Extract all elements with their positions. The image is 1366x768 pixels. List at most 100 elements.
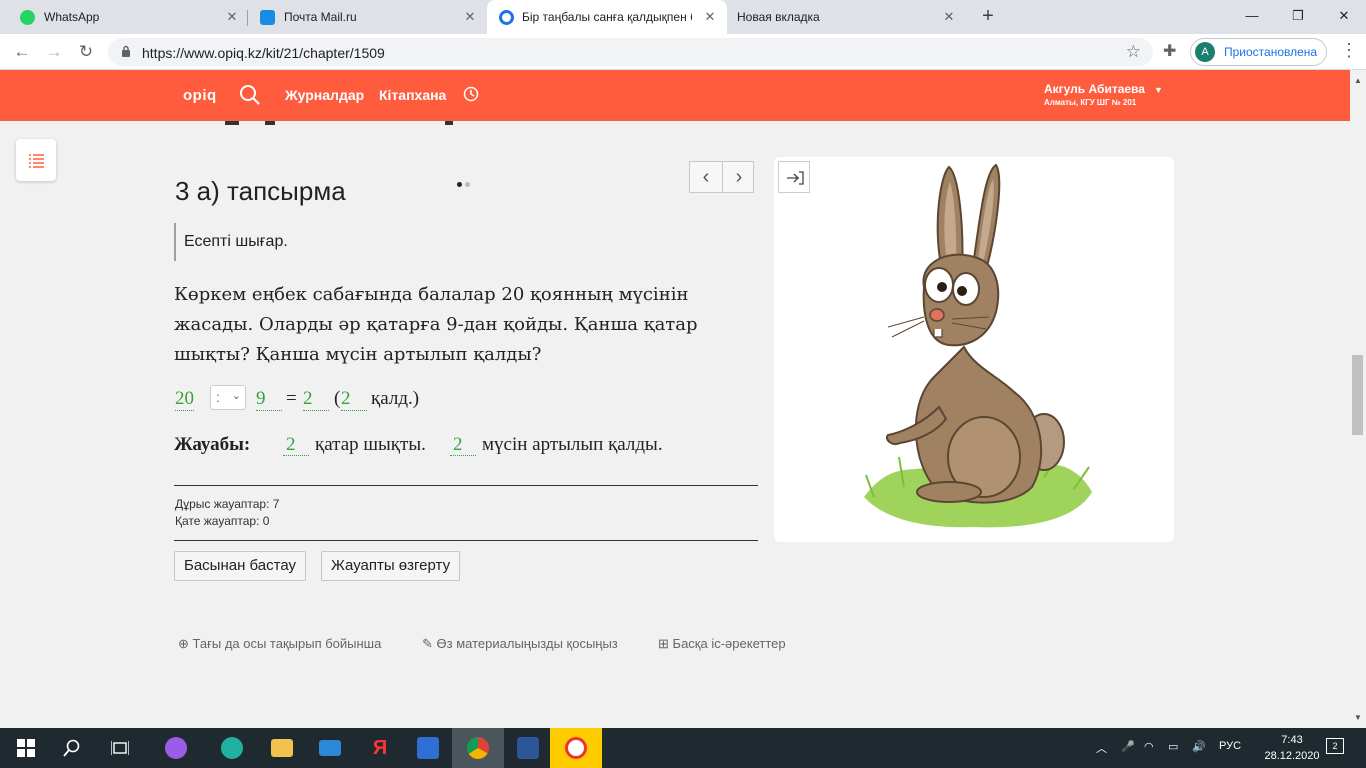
- windows-logo: [17, 739, 35, 757]
- windows-taskbar: Я ︿ 🎤 ◠ ▭ 🔊 РУС 7:43 28.12.2020 2: [0, 728, 1366, 768]
- answer-rows-text: қатар шықты.: [315, 434, 426, 455]
- add-material-link[interactable]: ✎ Өз материалыңызды қосыңыз: [422, 636, 618, 652]
- menu-dots-icon[interactable]: ⋮: [1340, 41, 1358, 59]
- previous-task-icon[interactable]: ‹: [690, 162, 722, 192]
- scroll-down-icon[interactable]: ▼: [1354, 713, 1362, 722]
- edge-browser-icon[interactable]: [206, 728, 258, 768]
- nav-journals[interactable]: Журналдар: [285, 87, 364, 103]
- chrome-icon[interactable]: [452, 728, 504, 768]
- tab-mail[interactable]: Почта Mail.ru ✕: [248, 0, 486, 34]
- paperclip-icon: ✎: [422, 636, 433, 651]
- restore-icon[interactable]: ❐: [1288, 6, 1308, 26]
- close-window-icon[interactable]: ✕: [1334, 6, 1354, 26]
- wifi-icon[interactable]: ◠: [1144, 740, 1154, 753]
- yandex-icon[interactable]: Я: [354, 728, 406, 768]
- tray-chevron-icon[interactable]: ︿: [1096, 740, 1107, 756]
- page-scrollbar[interactable]: ▲ ▼: [1350, 70, 1366, 728]
- search-icon[interactable]: [239, 84, 261, 106]
- word-icon[interactable]: [502, 728, 554, 768]
- slide-dot[interactable]: [465, 182, 470, 187]
- task-view-icon[interactable]: [94, 728, 146, 768]
- avatar: A: [1195, 42, 1215, 62]
- operator-select[interactable]: : ⌄: [210, 385, 246, 410]
- user-name: Акгуль Абитаева: [1044, 82, 1145, 96]
- clock-time: 7:43: [1281, 734, 1303, 746]
- other-actions-link[interactable]: ⊞ Басқа іс-әрекеттер: [658, 636, 786, 652]
- notification-center-icon[interactable]: 2: [1326, 738, 1344, 754]
- tab-newtab[interactable]: Новая вкладка ✕: [728, 0, 968, 34]
- quotient-input[interactable]: 2: [303, 388, 329, 411]
- mail-app-icon[interactable]: [304, 728, 356, 768]
- forward-icon[interactable]: →: [43, 41, 65, 63]
- task-view-glyph: [111, 741, 129, 755]
- chevron-down-icon: ⌄: [231, 390, 241, 402]
- answer-rows-input[interactable]: 2: [283, 434, 309, 456]
- correct-count: Дұрыс жауаптар: 7: [175, 497, 280, 511]
- close-tab-icon[interactable]: ✕: [224, 9, 240, 25]
- list-icon: [29, 154, 44, 168]
- expand-image-button[interactable]: [778, 161, 810, 193]
- alice-assistant-icon[interactable]: [150, 728, 202, 768]
- profile-button[interactable]: A Приостановлена: [1190, 38, 1327, 66]
- user-menu[interactable]: Акгуль Абитаева Алматы, КГУ ШГ № 201 ▼: [1044, 82, 1163, 107]
- address-bar[interactable]: https://www.opiq.kz/kit/21/chapter/1509 …: [108, 38, 1153, 66]
- close-tab-icon[interactable]: ✕: [462, 9, 478, 25]
- close-tab-icon[interactable]: ✕: [702, 9, 718, 25]
- browser-tabbar: WhatsApp ✕ Почта Mail.ru ✕ Бір таңбалы с…: [0, 0, 1366, 34]
- more-on-topic-link[interactable]: ⊕ Тағы да осы тақырып бойынша: [178, 636, 381, 652]
- expand-icon: [787, 171, 804, 185]
- slide-dot-active[interactable]: [457, 182, 462, 187]
- opiq-logo[interactable]: opiq: [183, 87, 217, 104]
- mail-icon: [260, 10, 275, 25]
- tab-whatsapp[interactable]: WhatsApp ✕: [0, 0, 246, 34]
- rabbit-illustration: [864, 163, 1092, 528]
- battery-icon[interactable]: ▭: [1168, 740, 1178, 753]
- answer-left-input[interactable]: 2: [450, 434, 476, 456]
- profile-label: Приостановлена: [1224, 45, 1318, 59]
- opiq-icon: [499, 10, 514, 25]
- yandex-browser-icon[interactable]: [550, 728, 602, 768]
- history-clock-icon[interactable]: [463, 86, 479, 102]
- restart-button[interactable]: Басынан бастау: [174, 551, 307, 581]
- change-answer-button[interactable]: Жауапты өзгерту: [321, 551, 461, 581]
- scroll-up-icon[interactable]: ▲: [1354, 76, 1362, 85]
- nav-library[interactable]: Кітапхана: [379, 87, 446, 103]
- equation-divisor-input[interactable]: 9: [256, 388, 282, 411]
- minimize-icon[interactable]: —: [1242, 6, 1262, 26]
- chevron-down-icon: ▼: [1154, 85, 1163, 95]
- language-indicator[interactable]: РУС: [1219, 740, 1241, 752]
- zoom-plus-icon: ⊕: [178, 636, 189, 651]
- back-icon[interactable]: ←: [11, 41, 33, 63]
- site-header: opiq Журналдар Кітапхана Акгуль Абитаева…: [0, 70, 1350, 121]
- task-pager: ‹ ›: [689, 161, 754, 193]
- search-icon[interactable]: [46, 728, 98, 768]
- more-on-topic-label: Тағы да осы тақырып бойынша: [192, 636, 382, 651]
- other-actions-label: Басқа іс-әрекеттер: [672, 636, 786, 651]
- equals-sign: =: [286, 388, 297, 409]
- close-tab-icon[interactable]: ✕: [941, 9, 957, 25]
- magnifier-glyph: [63, 739, 80, 757]
- extensions-icon[interactable]: ✚: [1163, 41, 1176, 61]
- windows-start-icon[interactable]: [0, 728, 52, 768]
- system-clock[interactable]: 7:43 28.12.2020: [1262, 732, 1322, 764]
- volume-icon[interactable]: 🔊: [1192, 740, 1206, 753]
- next-task-icon[interactable]: ›: [723, 162, 755, 192]
- tab-opiq[interactable]: Бір таңбалы санға қалдықпен б ✕: [487, 0, 727, 34]
- reload-icon[interactable]: ↻: [75, 41, 97, 63]
- tab-title: WhatsApp: [44, 10, 100, 24]
- table-of-contents-button[interactable]: [16, 139, 56, 181]
- remainder-input[interactable]: 2: [341, 388, 367, 411]
- video-app-icon[interactable]: [402, 728, 454, 768]
- slide-indicator: [457, 174, 473, 192]
- answer-left-text: мүсін артылып қалды.: [482, 434, 663, 455]
- bookmark-star-icon[interactable]: ☆: [1126, 42, 1141, 62]
- wrong-count: Қате жауаптар: 0: [175, 514, 270, 528]
- task-instruction: Есепті шығар.: [174, 223, 288, 261]
- microphone-icon[interactable]: 🎤: [1121, 740, 1135, 753]
- file-explorer-icon[interactable]: [256, 728, 308, 768]
- task-title: 3 а) тапсырма: [175, 176, 346, 206]
- url-text: https://www.opiq.kz/kit/21/chapter/1509: [142, 45, 385, 61]
- illustration-panel: [774, 157, 1174, 542]
- new-tab-icon[interactable]: +: [978, 6, 998, 26]
- scroll-thumb[interactable]: [1352, 355, 1363, 435]
